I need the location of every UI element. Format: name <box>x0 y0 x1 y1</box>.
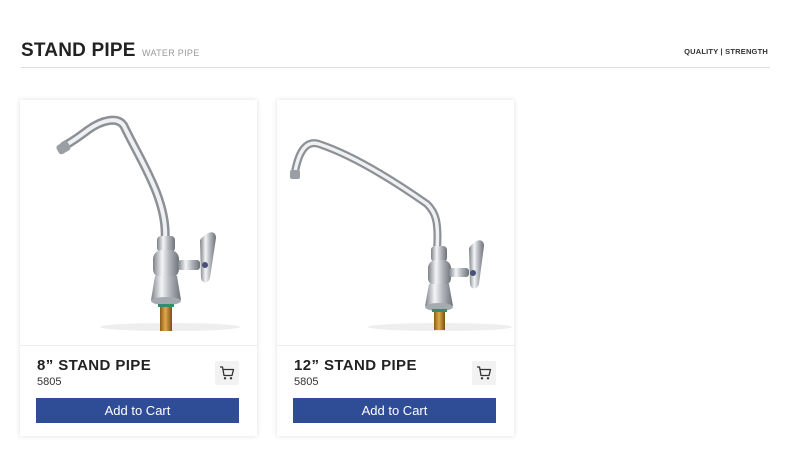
product-name[interactable]: 12” STAND PIPE <box>294 357 417 374</box>
product-image[interactable] <box>20 100 257 346</box>
product-card[interactable]: 12” STAND PIPE 5805 Add to Cart <box>277 100 514 436</box>
faucet-8-image <box>56 115 240 331</box>
cart-button[interactable] <box>215 361 239 385</box>
section-header: STAND PIPE WATER PIPE QUALITY | STRENGTH <box>21 38 770 68</box>
page-title: STAND PIPE <box>21 40 136 61</box>
product-card[interactable]: 8” STAND PIPE 5805 Add to Cart <box>20 100 257 436</box>
product-name[interactable]: 8” STAND PIPE <box>37 357 151 374</box>
shopping-cart-icon <box>220 366 235 380</box>
product-code: 5805 <box>37 376 62 388</box>
add-to-cart-button[interactable]: Add to Cart <box>293 398 496 423</box>
shopping-cart-icon <box>477 366 492 380</box>
product-code: 5805 <box>294 376 319 388</box>
faucet-12-image <box>290 139 512 331</box>
tagline: QUALITY | STRENGTH <box>684 47 768 56</box>
page-subtitle: WATER PIPE <box>142 48 200 58</box>
product-image[interactable] <box>277 100 514 346</box>
cart-button[interactable] <box>472 361 496 385</box>
add-to-cart-button[interactable]: Add to Cart <box>36 398 239 423</box>
